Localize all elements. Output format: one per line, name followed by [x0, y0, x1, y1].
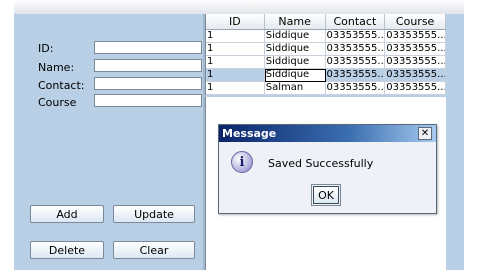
course-label: Course [38, 96, 77, 109]
table-header: ID Name Contact Course [206, 14, 446, 30]
dialog-title-bar[interactable]: Message [219, 125, 436, 142]
table-cell: Siddique [264, 43, 326, 56]
table-row[interactable]: 1 Salman 03353555... 03353555... [206, 82, 446, 95]
column-header-id[interactable]: ID [206, 14, 265, 29]
records-table: ID Name Contact Course 1 Siddique 033535… [205, 14, 446, 95]
column-header-name[interactable]: Name [265, 14, 326, 29]
add-button[interactable]: Add [30, 205, 104, 223]
name-label: Name: [38, 61, 75, 74]
table-row[interactable]: 1 Siddique 03353555... 03353555... [206, 56, 446, 69]
window-frame-left [0, 0, 14, 270]
contact-field[interactable] [94, 77, 202, 90]
table-cell: 03353555... [325, 56, 386, 69]
table-cell: Siddique [264, 30, 326, 43]
table-cell: 03353555... [325, 43, 386, 56]
table-cell: 03353555... [385, 69, 446, 82]
table-cell: 03353555... [325, 69, 386, 82]
table-cell: 03353555... [385, 82, 446, 95]
table-cell: 1 [206, 56, 265, 69]
ok-button[interactable]: OK [311, 184, 341, 206]
table-cell: 1 [206, 82, 265, 95]
course-field[interactable] [94, 94, 202, 107]
table-cell: 1 [206, 69, 265, 82]
column-header-contact[interactable]: Contact [326, 14, 386, 29]
table-cell: 1 [206, 43, 265, 56]
table-cell: 03353555... [385, 43, 446, 56]
clear-button[interactable]: Clear [113, 241, 195, 259]
id-field[interactable] [94, 41, 202, 54]
table-row[interactable]: 1 Siddique 03353555... 03353555... [206, 43, 446, 56]
table-cell: 03353555... [385, 30, 446, 43]
message-dialog: Message ✕ i Saved Successfully OK [218, 124, 437, 214]
name-field[interactable] [94, 59, 202, 72]
table-cell: Siddique [264, 56, 326, 69]
table-row-selected[interactable]: 1 Siddique 03353555... 03353555... [206, 69, 446, 82]
table-cell: 03353555... [325, 30, 386, 43]
table-cell: 1 [206, 30, 265, 43]
table-cell: 03353555... [385, 56, 446, 69]
window-frame-right [464, 0, 480, 270]
close-icon[interactable]: ✕ [418, 127, 432, 140]
contact-label: Contact: [38, 79, 85, 92]
column-header-course[interactable]: Course [385, 14, 446, 29]
window-top-bar [14, 0, 464, 14]
id-label: ID: [38, 42, 54, 55]
table-cell: 03353555... [325, 82, 386, 95]
table-cell-focused: Siddique [264, 69, 326, 82]
table-row[interactable]: 1 Siddique 03353555... 03353555... [206, 30, 446, 43]
update-button[interactable]: Update [113, 205, 195, 223]
information-icon: i [231, 151, 253, 173]
delete-button[interactable]: Delete [30, 241, 104, 259]
dialog-title: Message [222, 127, 277, 140]
dialog-message: Saved Successfully [268, 157, 374, 170]
table-cell: Salman [264, 82, 326, 95]
